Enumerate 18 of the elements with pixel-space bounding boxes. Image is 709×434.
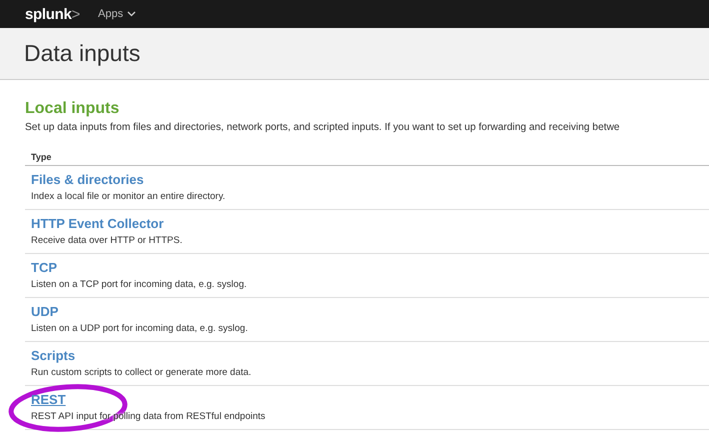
input-description: Index a local file or monitor an entire directory. bbox=[31, 191, 226, 202]
section-title: Local inputs bbox=[25, 100, 120, 118]
input-type-link[interactable]: Scripts bbox=[31, 348, 76, 362]
column-header: Type bbox=[25, 149, 709, 166]
input-description: Listen on a TCP port for incoming data, e.g. syslog. bbox=[31, 279, 247, 290]
input-type-link[interactable]: Files & directories bbox=[31, 172, 144, 186]
input-type-link[interactable]: TCP bbox=[31, 260, 57, 274]
input-description: Listen on a UDP port for incoming data, e.g. syslog. bbox=[31, 323, 248, 334]
input-type-link[interactable]: REST bbox=[31, 392, 66, 406]
input-description: Run custom scripts to collect or generate more data. bbox=[31, 367, 252, 378]
input-description: Receive data over HTTP or HTTPS. bbox=[31, 235, 182, 246]
page-title: Data inputs bbox=[24, 40, 140, 67]
chevron-down-icon bbox=[127, 11, 136, 17]
apps-menu[interactable]: Apps bbox=[98, 8, 136, 20]
input-type-link[interactable]: UDP bbox=[31, 304, 58, 318]
splunk-logo[interactable]: splunk> bbox=[25, 6, 80, 22]
input-type-link[interactable]: HTTP Event Collector bbox=[31, 216, 164, 230]
section-description: Set up data inputs from files and directories, network ports, and scripted inputs. If you want to set up forwarding and receiving betwe bbox=[25, 122, 621, 133]
